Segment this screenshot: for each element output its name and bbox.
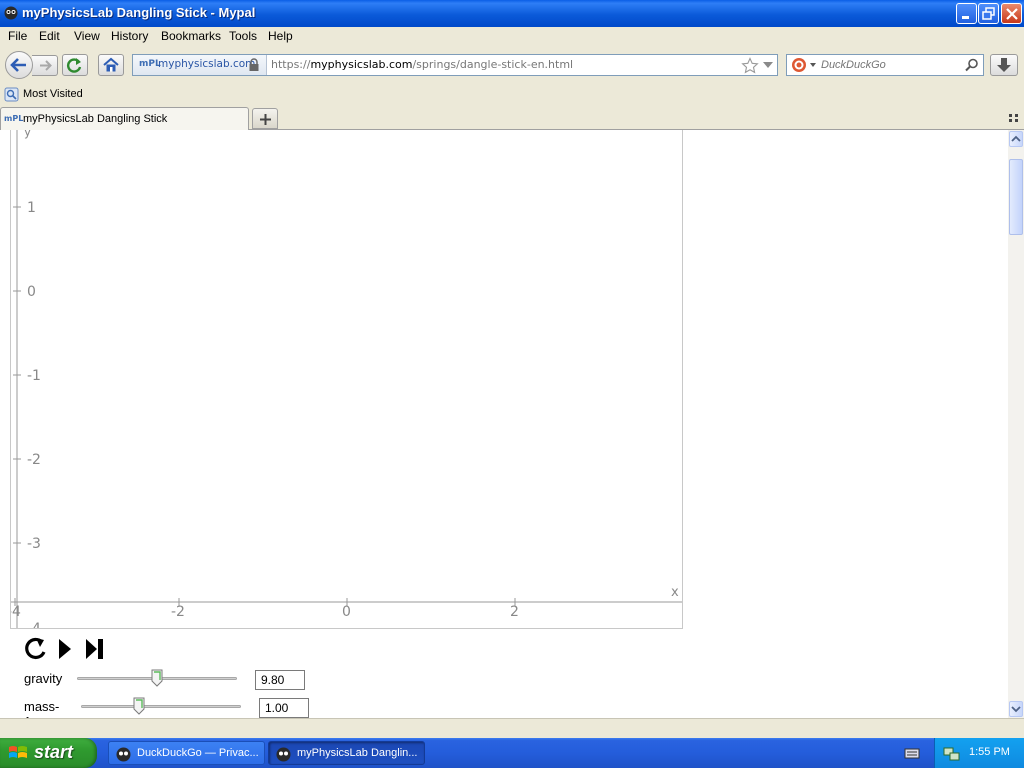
- bookmark-star-icon[interactable]: [741, 57, 759, 74]
- bookmark-most-visited[interactable]: Most Visited: [23, 88, 83, 100]
- window-titlebar[interactable]: myPhysicsLab Dangling Stick - Mypal: [0, 0, 1024, 27]
- menu-edit[interactable]: Edit: [39, 29, 60, 43]
- site-identity-box[interactable]: mPL myphysicslab.com: [133, 55, 267, 75]
- url-path: /springs/dangle-stick-en.html: [412, 58, 574, 71]
- taskbar-item-myphysicslab[interactable]: myPhysicsLab Danglin...: [268, 741, 425, 765]
- new-tab-button[interactable]: [252, 108, 278, 129]
- browser-status-strip: [0, 718, 1024, 738]
- home-button[interactable]: [98, 54, 124, 76]
- reload-icon: [67, 58, 82, 73]
- gravity-value-input[interactable]: [255, 670, 305, 690]
- forward-button[interactable]: [32, 55, 58, 76]
- gravity-slider-thumb[interactable]: [151, 669, 163, 687]
- page-content: y x 1 0 -1 -2 -3 -4 -4 -2 0 2: [0, 130, 1008, 718]
- step-icon[interactable]: [84, 638, 106, 660]
- start-button[interactable]: start: [0, 738, 97, 768]
- forward-arrow-icon: [40, 60, 52, 71]
- scroll-down-arrow-icon: [1011, 706, 1021, 713]
- tab-mythysicslab-dangling-stick[interactable]: mPL myPhysicsLab Dangling Stick: [0, 107, 249, 130]
- window-title: myPhysicsLab Dangling Stick - Mypal: [22, 5, 256, 20]
- download-arrow-icon: [997, 58, 1011, 72]
- downloads-button[interactable]: [990, 54, 1018, 76]
- minimize-button[interactable]: [956, 3, 977, 24]
- menu-history[interactable]: History: [111, 29, 148, 43]
- scroll-down-button[interactable]: [1009, 701, 1023, 717]
- search-engine-dropdown-icon[interactable]: [810, 63, 816, 67]
- list-all-tabs-icon[interactable]: [1009, 114, 1019, 122]
- menu-help[interactable]: Help: [268, 29, 293, 43]
- tab-favicon: mPL: [4, 114, 24, 123]
- tab-strip: mPL myPhysicsLab Dangling Stick: [0, 106, 1024, 130]
- tab-label: myPhysicsLab Dangling Stick: [23, 113, 168, 125]
- search-bar[interactable]: [786, 54, 984, 76]
- navigation-toolbar: mPL myphysicslab.com https://myphysicsla…: [0, 46, 1024, 84]
- play-icon[interactable]: [57, 638, 73, 660]
- back-button[interactable]: [5, 51, 33, 79]
- y-tick-label: 0: [27, 284, 36, 300]
- keyboard-layout-icon[interactable]: [904, 746, 920, 760]
- mass-1-slider-track[interactable]: [81, 705, 241, 708]
- url-scheme: https://: [271, 58, 311, 71]
- x-tick-label: -2: [171, 604, 185, 620]
- mypal-app-icon: [276, 747, 291, 762]
- home-icon: [103, 57, 119, 72]
- x-tick-label: 2: [510, 604, 519, 620]
- taskbar-item-label: DuckDuckGo — Privac...: [137, 747, 259, 759]
- start-label: start: [34, 742, 74, 762]
- scroll-thumb[interactable]: [1009, 159, 1023, 235]
- gravity-label: gravity: [24, 671, 63, 686]
- mass-1-label: mass-1: [24, 699, 60, 718]
- url-text[interactable]: https://myphysicslab.com/springs/dangle-…: [271, 58, 573, 71]
- reload-button[interactable]: [62, 54, 88, 76]
- scroll-up-arrow-icon: [1011, 135, 1021, 142]
- duckduckgo-engine-icon[interactable]: [791, 57, 807, 73]
- scroll-up-button[interactable]: [1009, 131, 1023, 147]
- mass-1-value-input[interactable]: [259, 698, 309, 718]
- system-tray: 1:55 PM: [934, 738, 1024, 768]
- y-tick-label: -1: [27, 368, 41, 384]
- search-input[interactable]: [821, 57, 961, 73]
- x-axis-label: x: [671, 585, 679, 600]
- restore-icon: [982, 7, 995, 20]
- back-arrow-icon: [10, 58, 26, 72]
- windows-logo-icon: [9, 746, 27, 758]
- close-icon: [1006, 8, 1018, 20]
- windows-taskbar: start DuckDuckGo — Privac... myPhysicsLa…: [0, 738, 1024, 768]
- reset-icon[interactable]: [22, 636, 48, 662]
- network-icon[interactable]: [943, 746, 961, 762]
- y-tick-label: -2: [27, 452, 41, 468]
- mypal-app-icon: [116, 747, 131, 762]
- menu-bar: File Edit View History Bookmarks Tools H…: [0, 27, 1024, 46]
- menu-tools[interactable]: Tools: [229, 29, 257, 43]
- mypal-app-icon: [4, 6, 18, 20]
- site-identity-domain: myphysicslab.com: [158, 58, 256, 70]
- taskbar-item-label: myPhysicsLab Danglin...: [297, 747, 418, 759]
- plus-icon: [260, 114, 271, 125]
- restore-button[interactable]: [978, 3, 999, 24]
- url-history-dropdown-icon[interactable]: [763, 62, 773, 69]
- url-bar[interactable]: mPL myphysicslab.com https://myphysicsla…: [132, 54, 778, 76]
- menu-bookmarks[interactable]: Bookmarks: [161, 29, 221, 43]
- minimize-icon: [962, 16, 969, 19]
- x-tick-label: 0: [342, 604, 351, 620]
- menu-file[interactable]: File: [8, 29, 27, 43]
- menu-view[interactable]: View: [74, 29, 100, 43]
- y-axis-label: y: [24, 130, 31, 139]
- y-tick-label: -3: [27, 536, 41, 552]
- taskbar-item-duckduckgo[interactable]: DuckDuckGo — Privac...: [108, 741, 265, 765]
- simulation-graph: y x 1 0 -1 -2 -3 -4 -4 -2 0 2: [7, 130, 682, 637]
- taskbar-clock: 1:55 PM: [969, 746, 1010, 758]
- page-vertical-scrollbar[interactable]: [1008, 130, 1024, 718]
- y-tick-label: -4: [27, 621, 41, 628]
- y-tick-label: 1: [27, 200, 36, 216]
- simulation-canvas[interactable]: y x 1 0 -1 -2 -3 -4 -4 -2 0 2: [7, 130, 683, 637]
- mass-1-slider-thumb[interactable]: [133, 697, 145, 715]
- close-button[interactable]: [1001, 3, 1022, 24]
- x-tick-label: -4: [11, 604, 21, 620]
- bookmarks-folder-icon: [4, 87, 19, 102]
- search-icon[interactable]: [965, 58, 979, 72]
- lock-icon: [249, 58, 259, 71]
- url-host: myphysicslab.com: [310, 58, 413, 71]
- bookmarks-toolbar: Most Visited: [0, 84, 1024, 106]
